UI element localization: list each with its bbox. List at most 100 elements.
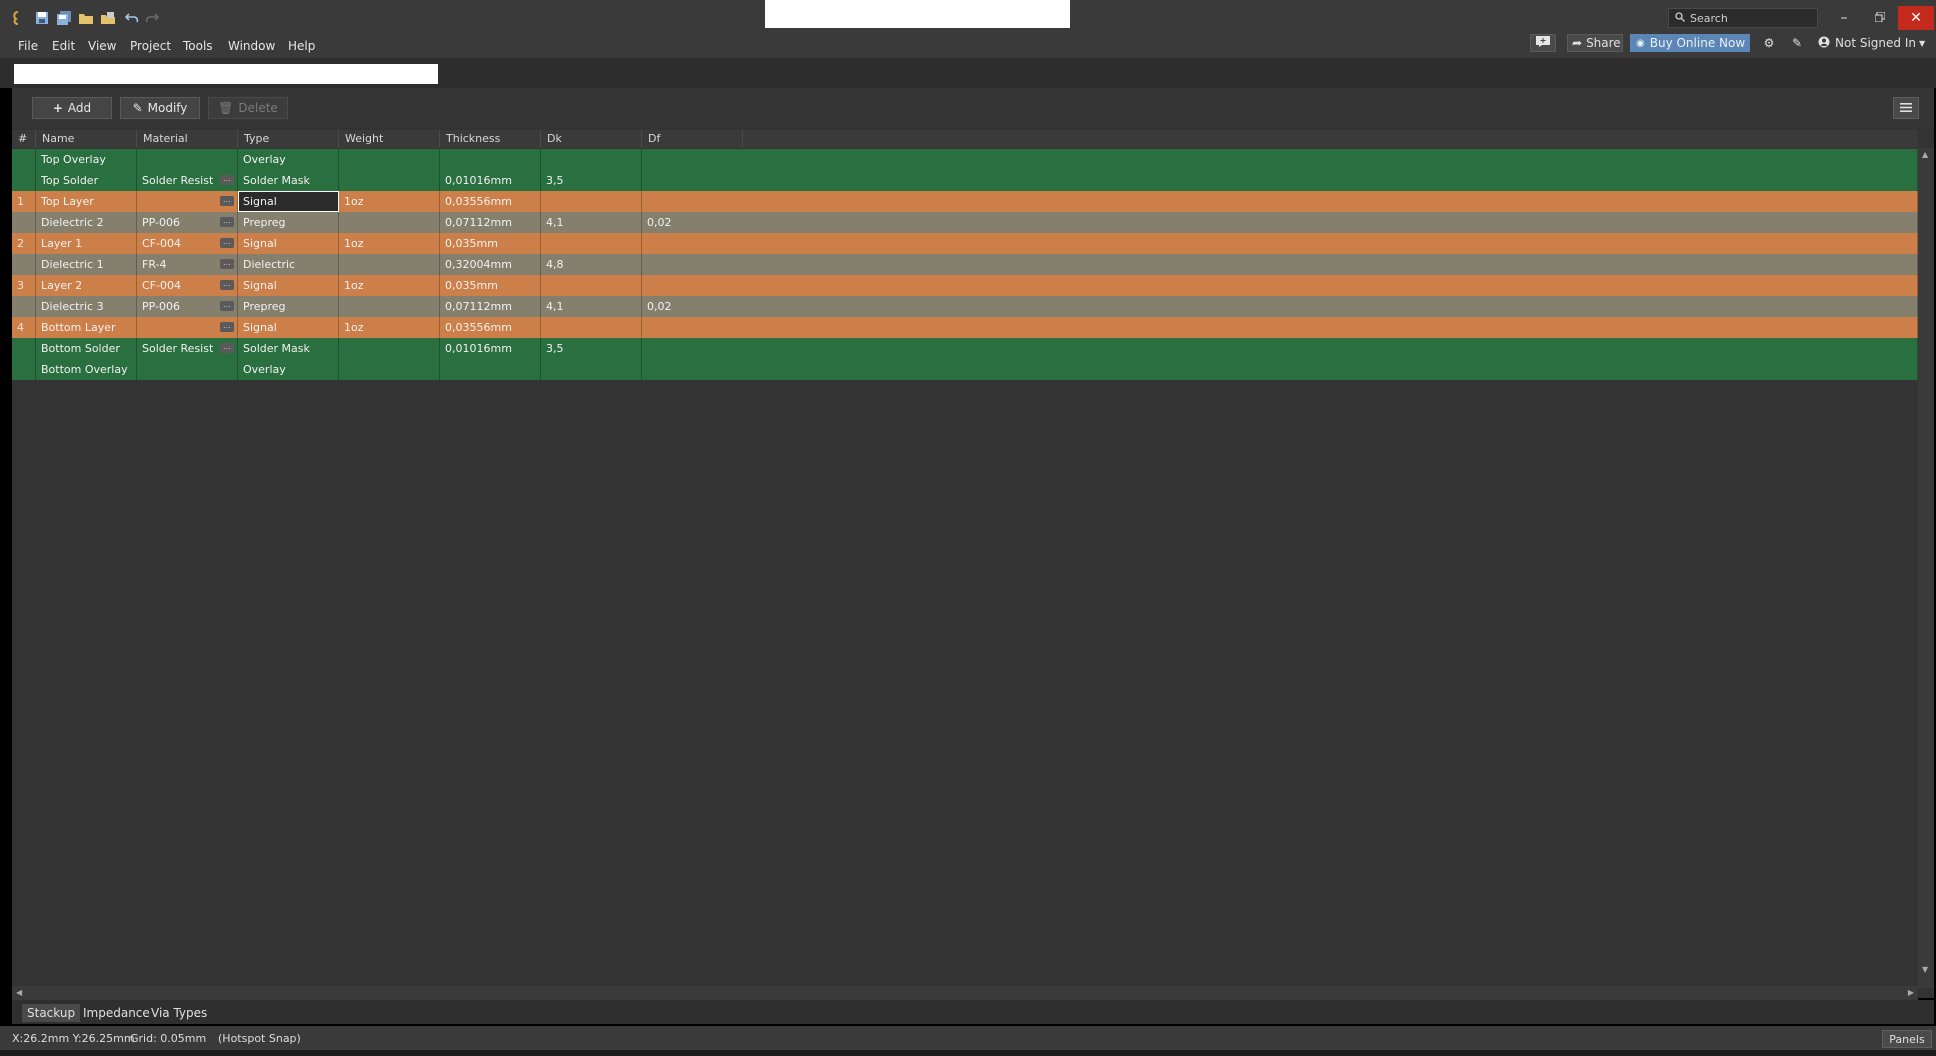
cell-name[interactable]: Bottom Overlay [36,359,137,380]
scroll-up-icon[interactable]: ▲ [1922,150,1928,159]
cell-thickness[interactable]: 0,03556mm [440,191,541,212]
settings-button[interactable]: ⚙ [1760,34,1778,52]
cell-df[interactable] [642,338,1918,359]
cell-material[interactable] [137,149,238,170]
cell-df[interactable]: 0,02 [642,296,1918,317]
cell-name[interactable]: Top Layer [36,191,137,212]
account-menu[interactable]: Not Signed In ▼ [1818,34,1930,52]
cell-thickness[interactable]: 0,035mm [440,233,541,254]
cell-number[interactable] [12,296,36,317]
share-button[interactable]: ➦ Share [1567,34,1623,52]
cell-df[interactable] [642,170,1918,191]
cell-type[interactable]: Dielectric [238,254,339,275]
save-all-icon[interactable] [56,10,72,26]
cell-dk[interactable] [541,149,642,170]
col-header-thickness[interactable]: Thickness [440,130,541,148]
cell-weight[interactable] [339,212,440,233]
col-header-dk[interactable]: Dk [541,130,642,148]
cell-dk[interactable] [541,191,642,212]
cell-dk[interactable] [541,317,642,338]
cell-number[interactable]: 2 [12,233,36,254]
panels-button[interactable]: Panels [1882,1030,1932,1048]
buy-online-button[interactable]: ◉ Buy Online Now [1630,34,1750,52]
cell-dk[interactable] [541,359,642,380]
material-picker-icon[interactable]: … [220,175,234,185]
add-button[interactable]: + Add [32,97,112,119]
col-header-type[interactable]: Type [238,130,339,148]
redo-icon[interactable] [144,10,160,26]
menu-tools[interactable]: Tools [183,39,213,53]
cell-weight[interactable] [339,338,440,359]
cell-number[interactable] [12,170,36,191]
cell-df[interactable]: 0,02 [642,212,1918,233]
table-row[interactable]: Dielectric 1 FR-4… Dielectric 0,32004mm 4,8 [12,254,1918,275]
modify-button[interactable]: ✎ Modify [120,97,200,119]
cell-thickness[interactable]: 0,01016mm [440,170,541,191]
table-row[interactable]: 3 Layer 2 CF-004… Signal 1oz 0,035mm [12,275,1918,296]
cell-dk[interactable] [541,275,642,296]
cell-weight[interactable]: 1oz [339,275,440,296]
menu-view[interactable]: View [88,39,116,53]
cell-weight[interactable] [339,170,440,191]
cell-type[interactable]: Signal [238,317,339,338]
cell-weight[interactable]: 1oz [339,233,440,254]
table-row[interactable]: 2 Layer 1 CF-004… Signal 1oz 0,035mm [12,233,1918,254]
cell-number[interactable] [12,254,36,275]
table-row[interactable]: Bottom Overlay Overlay [12,359,1918,380]
restore-button[interactable] [1862,6,1898,30]
cell-number[interactable] [12,149,36,170]
cell-number[interactable]: 1 [12,191,36,212]
col-header-material[interactable]: Material [137,130,238,148]
cell-thickness[interactable]: 0,035mm [440,275,541,296]
cell-number[interactable] [12,338,36,359]
table-row[interactable]: Dielectric 2 PP-006… Prepreg 0,07112mm 4,1 0,… [12,212,1918,233]
cell-df[interactable] [642,317,1918,338]
col-header-number[interactable]: # [12,130,36,148]
material-picker-icon[interactable]: … [220,217,234,227]
cell-name[interactable]: Layer 1 [36,233,137,254]
cell-df[interactable] [642,191,1918,212]
menu-file[interactable]: File [18,39,38,53]
cell-dk[interactable]: 3,5 [541,338,642,359]
close-button[interactable]: ✕ [1898,6,1934,30]
col-header-weight[interactable]: Weight [339,130,440,148]
save-icon[interactable] [34,10,50,26]
scroll-down-icon[interactable]: ▼ [1922,965,1928,974]
cell-thickness[interactable]: 0,32004mm [440,254,541,275]
scroll-left-icon[interactable]: ◀ [16,988,22,997]
col-header-df[interactable]: Df [642,130,743,148]
app-logo-icon[interactable] [10,10,26,26]
cell-weight[interactable] [339,296,440,317]
tab-impedance[interactable]: Impedance [78,1004,155,1022]
cell-type[interactable]: Signal [238,233,339,254]
cell-name[interactable]: Dielectric 2 [36,212,137,233]
cell-weight[interactable] [339,254,440,275]
cell-df[interactable] [642,233,1918,254]
cell-dk[interactable]: 3,5 [541,170,642,191]
cell-thickness[interactable] [440,149,541,170]
cell-df[interactable] [642,275,1918,296]
scroll-right-icon[interactable]: ▶ [1908,988,1914,997]
cell-dk[interactable]: 4,1 [541,296,642,317]
cell-number[interactable]: 3 [12,275,36,296]
cell-type[interactable]: Solder Mask [238,338,339,359]
material-picker-icon[interactable]: … [220,238,234,248]
cell-weight[interactable] [339,359,440,380]
material-picker-icon[interactable]: … [220,259,234,269]
table-row[interactable]: Dielectric 3 PP-006… Prepreg 0,07112mm 4,1 0,… [12,296,1918,317]
cell-type[interactable]: Prepreg [238,212,339,233]
search-input[interactable]: Search [1668,8,1818,28]
cell-df[interactable] [642,254,1918,275]
cell-name[interactable]: Bottom Solder [36,338,137,359]
material-picker-icon[interactable]: … [220,343,234,353]
cell-dk[interactable] [541,233,642,254]
cell-name[interactable]: Top Overlay [36,149,137,170]
cell-weight[interactable] [339,149,440,170]
cell-df[interactable] [642,149,1918,170]
menu-help[interactable]: Help [288,39,315,53]
table-row[interactable]: 1 Top Layer … Signal 1oz 0,03556mm [12,191,1918,212]
table-row[interactable]: Bottom Solder Solder Resist… Solder Mask 0,… [12,338,1918,359]
cell-dk[interactable]: 4,1 [541,212,642,233]
options-menu-button[interactable] [1893,97,1919,119]
cell-type[interactable]: Solder Mask [238,170,339,191]
